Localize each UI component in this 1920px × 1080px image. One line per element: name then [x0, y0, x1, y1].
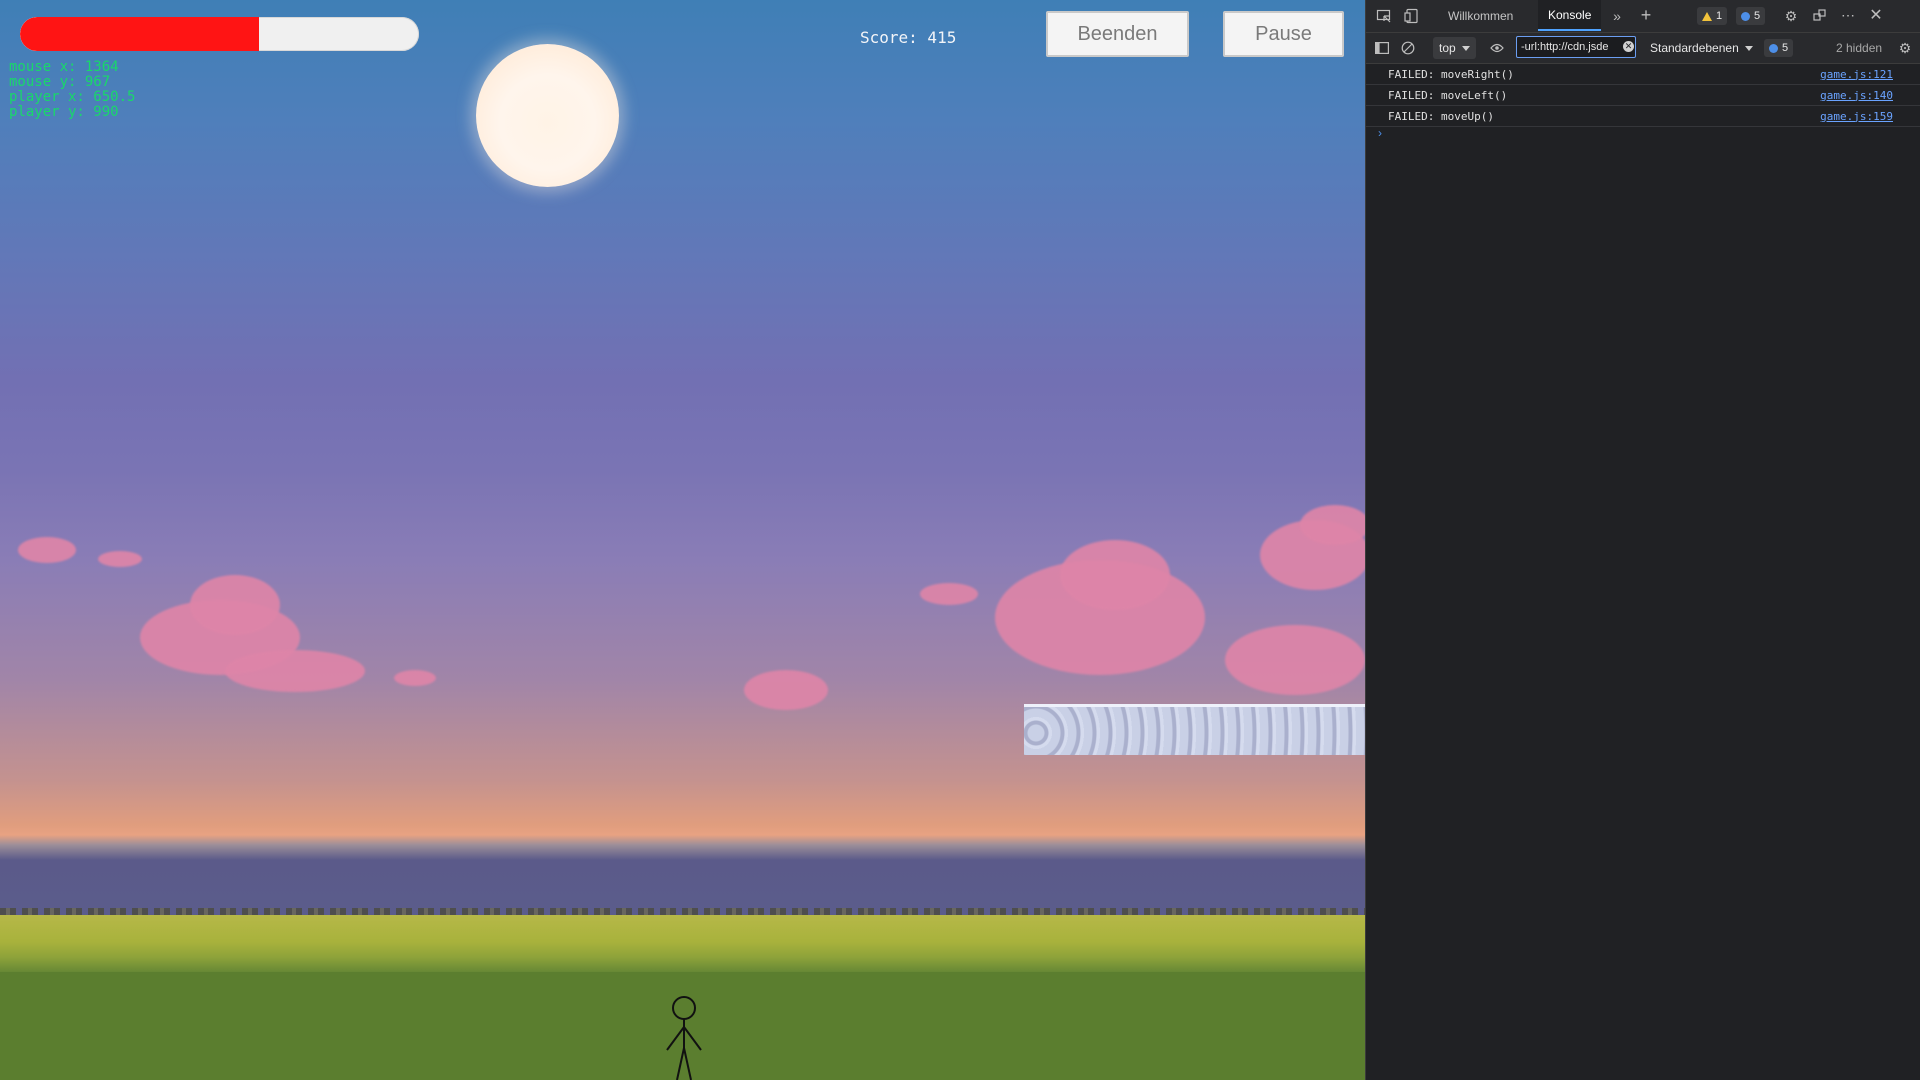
debug-mouse-y: mouse y: 967: [9, 74, 111, 90]
tab-console[interactable]: Konsole: [1538, 0, 1602, 31]
cloud: [190, 575, 280, 635]
game-canvas[interactable]: mouse x: 1364 mouse y: 967 player x: 650…: [0, 0, 1365, 1080]
warning-count: 1: [1716, 10, 1723, 22]
log-message: FAILED: moveUp(): [1388, 109, 1494, 123]
console-prompt[interactable]: ›: [1378, 126, 1382, 140]
toolbar-info-badge[interactable]: 5: [1764, 39, 1794, 57]
cloud: [920, 583, 978, 605]
debug-player-x: player x: 650.5: [9, 89, 136, 105]
console-settings-icon[interactable]: ⚙: [1895, 38, 1915, 58]
settings-gear-icon[interactable]: ⚙: [1781, 6, 1801, 26]
filter-value: -url:http://cdn.jsde: [1521, 41, 1609, 53]
cloud: [394, 670, 436, 686]
health-bar: [20, 17, 419, 51]
info-badge[interactable]: 5: [1736, 7, 1766, 25]
sun: [476, 44, 619, 187]
health-bar-fill: [20, 17, 260, 51]
debug-overlay: mouse x: 1364 mouse y: 967 player x: 650…: [9, 60, 135, 120]
context-value: top: [1439, 41, 1456, 55]
log-entry: FAILED: moveRight() game.js:121: [1366, 64, 1920, 85]
add-tab-icon[interactable]: +: [1636, 5, 1656, 25]
log-levels-select[interactable]: Standardebenen: [1644, 37, 1759, 59]
devtools-panel: Willkommen Konsole » + 1 5 ⚙ ⋯ ✕ top -ur…: [1365, 0, 1920, 1080]
info-count: 5: [1754, 10, 1761, 22]
tab-welcome[interactable]: Willkommen: [1448, 9, 1513, 23]
warning-badge[interactable]: 1: [1697, 7, 1728, 25]
devtools-tab-bar: Willkommen Konsole » + 1 5 ⚙ ⋯ ✕: [1366, 0, 1920, 33]
pause-button[interactable]: Pause: [1223, 11, 1344, 57]
hidden-count: 2 hidden: [1836, 41, 1883, 55]
log-entry: FAILED: moveUp() game.js:159: [1366, 106, 1920, 127]
more-tabs-icon[interactable]: »: [1607, 6, 1627, 26]
cloud: [1060, 540, 1170, 610]
log-source-link[interactable]: game.js:121: [1820, 68, 1893, 81]
log-source-link[interactable]: game.js:140: [1820, 89, 1893, 102]
log-source-link[interactable]: game.js:159: [1820, 110, 1893, 123]
cloud: [1300, 505, 1365, 545]
info-icon: [1769, 43, 1778, 53]
inspect-element-icon[interactable]: [1374, 6, 1394, 26]
ice-platform: [1024, 704, 1365, 755]
stick-figure-player: [666, 996, 702, 1080]
cloud: [1225, 625, 1365, 695]
clear-console-icon[interactable]: [1398, 38, 1418, 58]
cloud: [744, 670, 828, 710]
close-devtools-icon[interactable]: ✕: [1866, 5, 1886, 25]
cloud: [98, 551, 142, 567]
clear-filter-icon[interactable]: ✕: [1623, 41, 1634, 52]
device-emulation-icon[interactable]: [1402, 6, 1422, 26]
log-levels-value: Standardebenen: [1650, 41, 1739, 55]
sidebar-toggle-icon[interactable]: [1372, 38, 1392, 58]
info-icon: [1741, 11, 1750, 21]
log-message: FAILED: moveRight(): [1388, 67, 1514, 81]
cloud: [18, 537, 76, 563]
eye-icon[interactable]: [1487, 38, 1507, 58]
log-entry: FAILED: moveLeft() game.js:140: [1366, 85, 1920, 106]
score-display: Score: 415: [860, 28, 957, 47]
filter-input[interactable]: -url:http://cdn.jsde: [1516, 36, 1636, 58]
toolbar-info-count: 5: [1782, 42, 1789, 54]
context-select[interactable]: top: [1433, 37, 1476, 59]
log-message: FAILED: moveLeft(): [1388, 88, 1508, 102]
chevron-down-icon: [1461, 45, 1470, 51]
quit-button[interactable]: Beenden: [1046, 11, 1189, 57]
more-options-icon[interactable]: ⋯: [1838, 5, 1858, 25]
warning-icon: [1702, 11, 1712, 21]
grass-field: [0, 915, 1365, 975]
chevron-down-icon: [1744, 45, 1753, 51]
console-log: FAILED: moveRight() game.js:121 FAILED: …: [1366, 64, 1920, 127]
dock-side-icon[interactable]: [1810, 6, 1830, 26]
debug-mouse-x: mouse x: 1364: [9, 59, 119, 75]
cloud: [225, 650, 365, 692]
debug-player-y: player y: 990: [9, 104, 119, 120]
